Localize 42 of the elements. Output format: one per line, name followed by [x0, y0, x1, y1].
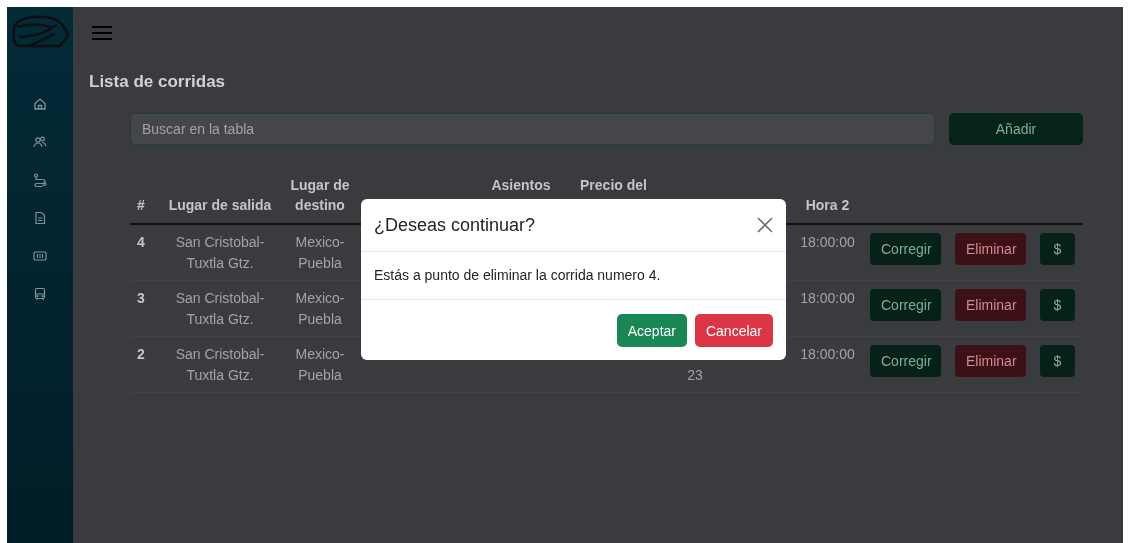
delete-button[interactable]: Eliminar: [955, 345, 1026, 377]
table-cell-text: 3: [136, 289, 146, 308]
cancel-button[interactable]: Cancelar: [694, 314, 773, 347]
table-cell-text: San Cristobal-Tuxtla Gtz.: [174, 345, 266, 385]
users-icon[interactable]: [33, 135, 47, 149]
table-cell-text: San Cristobal-Tuxtla Gtz.: [174, 233, 266, 273]
edit-button[interactable]: Corregir: [870, 289, 941, 321]
id-card-icon[interactable]: [33, 249, 47, 263]
search-field[interactable]: Buscar en la tabla: [130, 113, 935, 145]
column-header: Asientos: [490, 176, 552, 195]
edit-button[interactable]: Corregir: [870, 233, 941, 265]
column-header: #: [136, 196, 146, 215]
table-cell-text: 2: [136, 345, 146, 364]
column-header: Lugar de salida: [167, 196, 273, 215]
table-cell-text: 4: [136, 233, 146, 252]
column-header: Lugar de destino: [289, 176, 351, 215]
bus-icon[interactable]: [33, 287, 47, 301]
file-icon[interactable]: [33, 211, 47, 225]
table-cell-text: 18:00:00: [799, 233, 856, 252]
dialog-title: ¿Deseas continuar?: [374, 214, 536, 236]
payment-button[interactable]: $: [1040, 233, 1075, 265]
table-cell-text: San Cristobal-Tuxtla Gtz.: [174, 289, 266, 329]
edit-button[interactable]: Corregir: [870, 345, 941, 377]
home-icon[interactable]: [33, 97, 47, 111]
accept-button[interactable]: Aceptar: [616, 314, 687, 347]
delete-button[interactable]: Eliminar: [955, 233, 1026, 265]
payment-button[interactable]: $: [1040, 289, 1075, 321]
page-title: Lista de corridas: [89, 72, 227, 92]
table-cell-text: Mexico-Puebla: [294, 289, 346, 329]
close-icon[interactable]: [757, 217, 773, 233]
route-icon[interactable]: [33, 173, 47, 187]
dialog-message: Estás a punto de eliminar la corrida numero 4.: [361, 252, 786, 300]
table-cell-text: 23: [686, 366, 704, 385]
add-button[interactable]: Añadir: [949, 113, 1083, 145]
payment-button[interactable]: $: [1040, 345, 1075, 377]
column-header: Precio del: [579, 176, 648, 195]
delete-button[interactable]: Eliminar: [955, 289, 1026, 321]
column-header: Hora 2: [804, 196, 851, 215]
table-cell-text: Mexico-Puebla: [294, 345, 346, 385]
table-cell-text: Mexico-Puebla: [294, 233, 346, 273]
table-cell-text: 18:00:00: [799, 289, 856, 308]
table-cell-text: 18:00:00: [799, 345, 856, 364]
